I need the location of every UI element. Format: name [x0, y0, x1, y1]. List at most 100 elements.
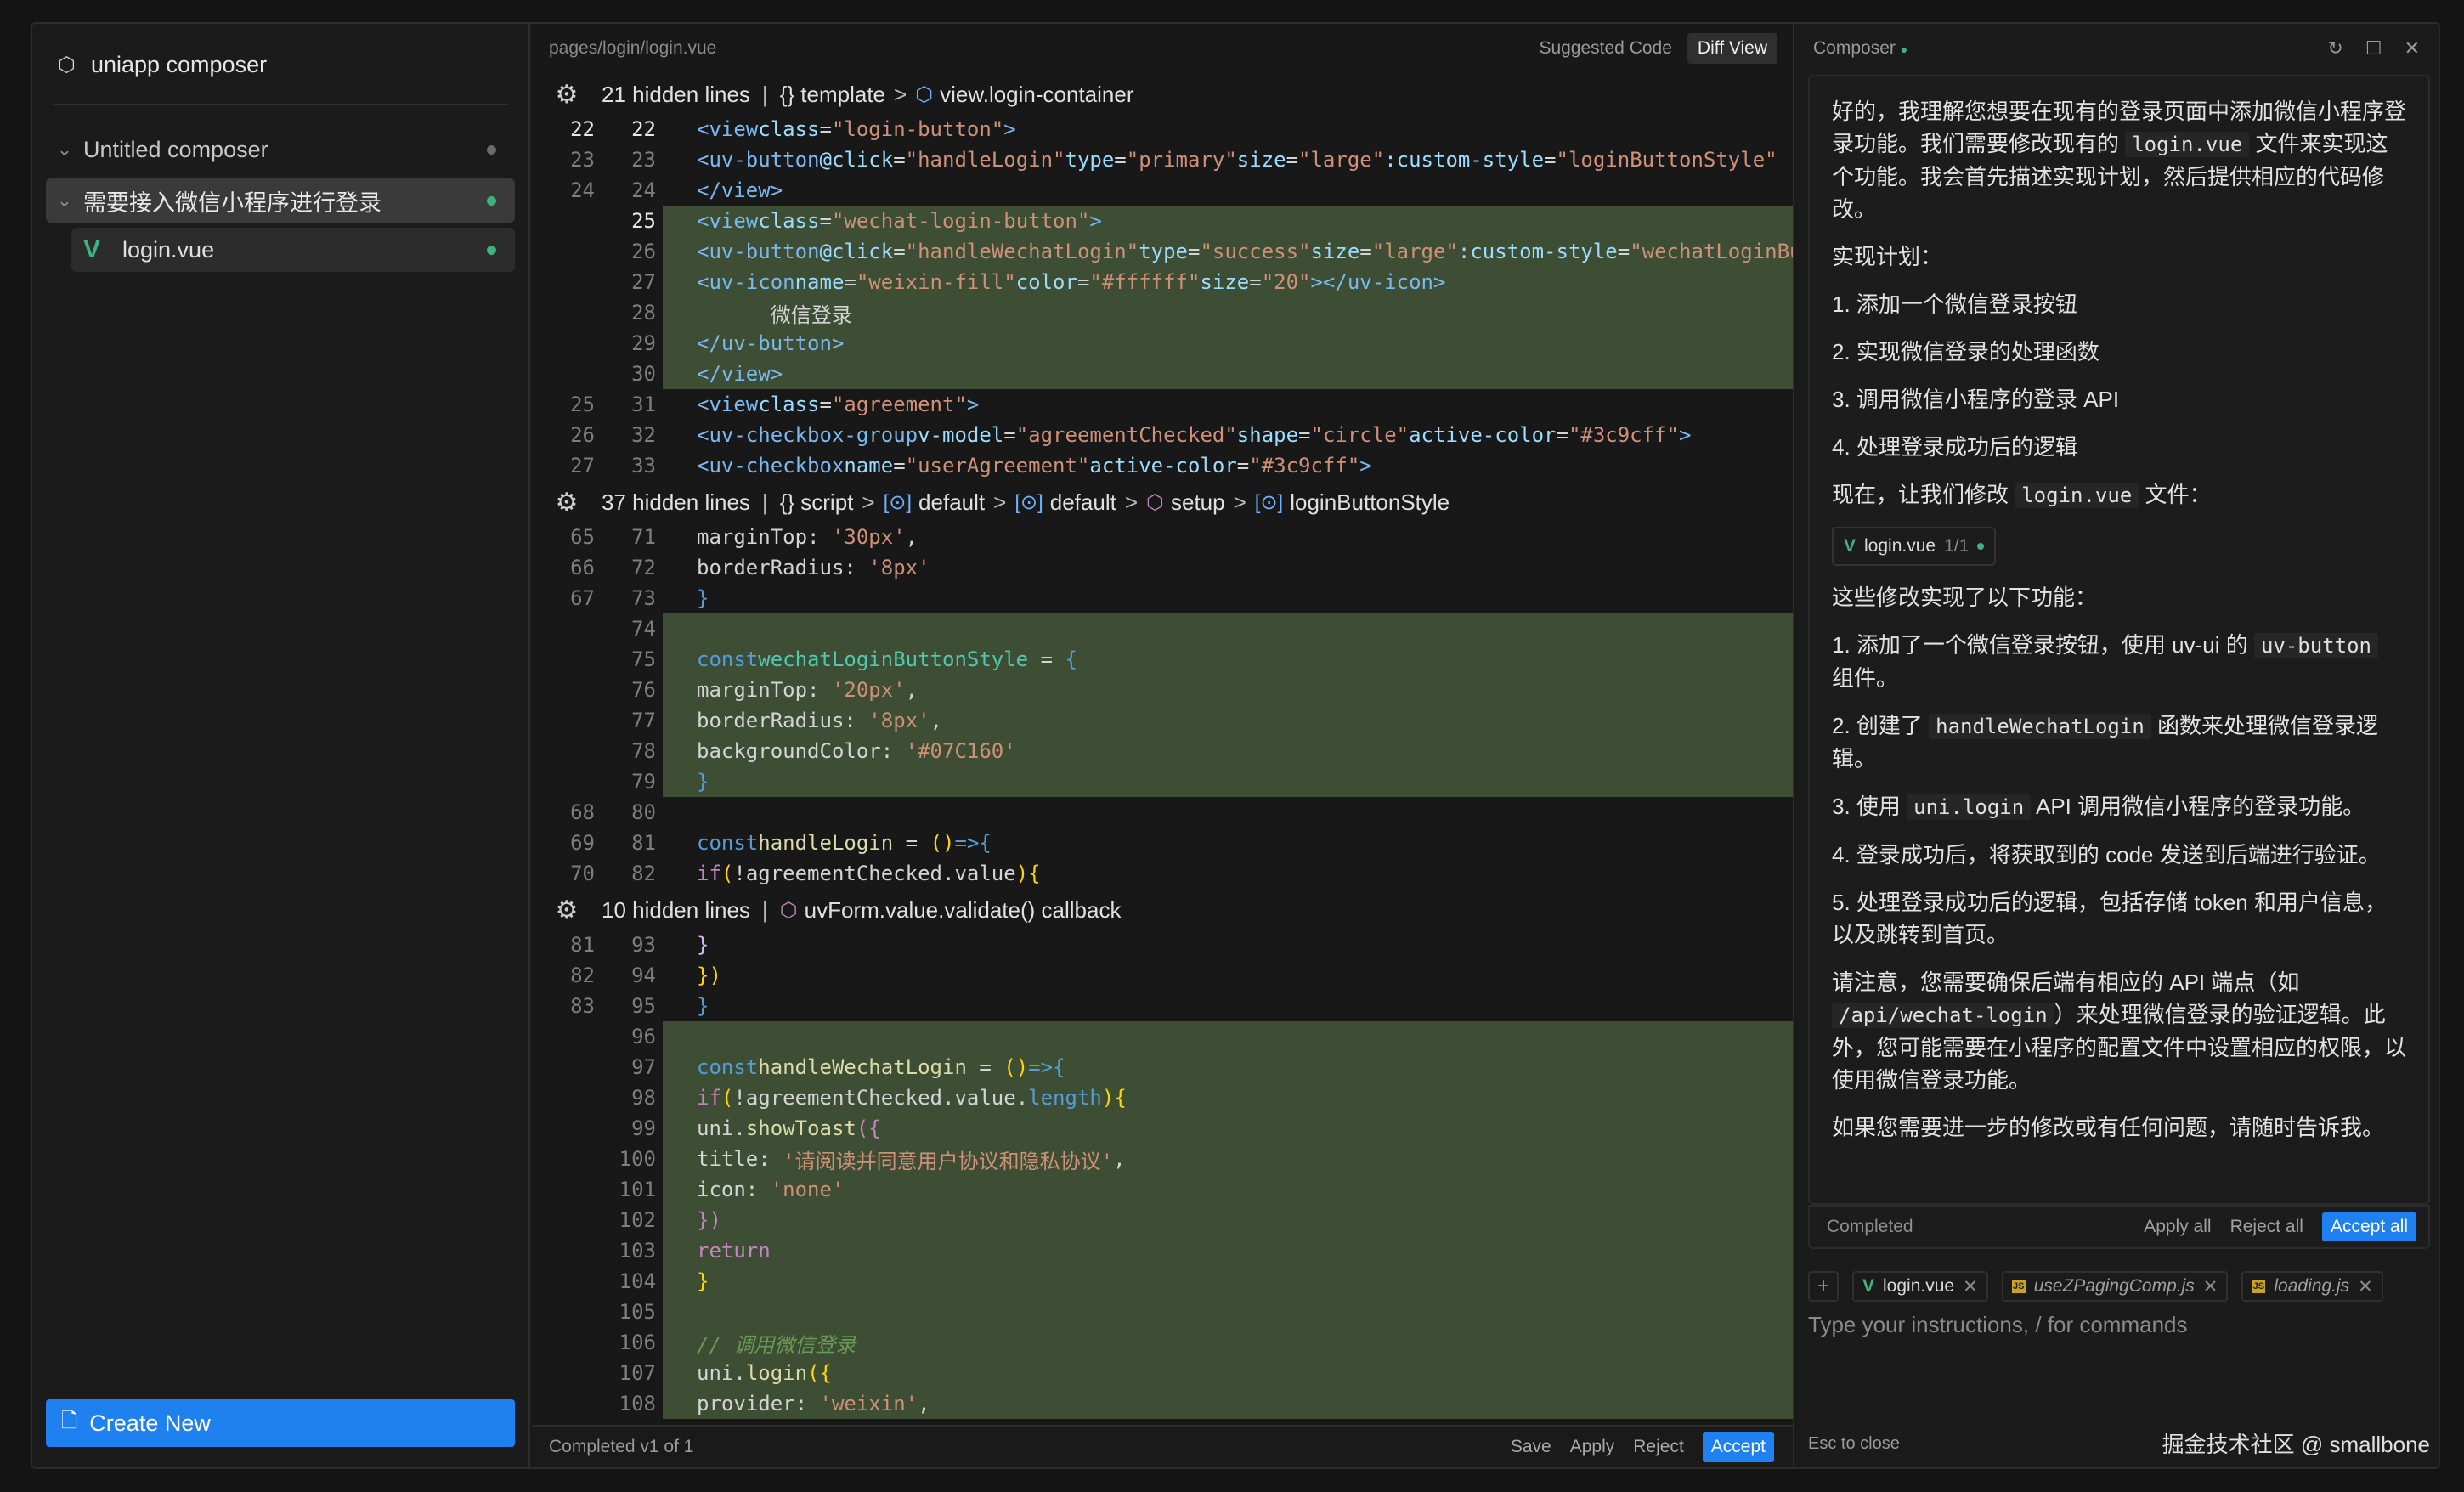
code-line-added[interactable]: 27 <uv-icon name = "weixin-fill" color = "#f…: [532, 267, 1793, 297]
save-button[interactable]: Save: [1511, 1437, 1551, 1457]
accept-all-button[interactable]: Accept all: [2321, 1212, 2416, 1241]
note-paragraph: 请注意，您需要确保后端有相应的 API 端点（如 /api/wechat-log…: [1832, 969, 2407, 1093]
code-line-added[interactable]: 79 }: [532, 766, 1793, 797]
sidebar-item-untitled[interactable]: ⌄ Untitled composer: [46, 127, 515, 172]
instruction-input[interactable]: Type your instructions, / for commands: [1808, 1312, 2188, 1338]
plan-item: 1. 添加一个微信登录按钮: [1832, 291, 2077, 317]
code-line-added[interactable]: 107 uni. login({: [532, 1358, 1793, 1388]
new-file-icon: 🗋: [61, 1409, 78, 1433]
maximize-icon[interactable]: ☐: [2365, 37, 2382, 59]
plan-title: 实现计划：: [1832, 244, 1943, 269]
sidebar-file-login-vue[interactable]: V login.vue: [71, 228, 515, 272]
apply-all-button[interactable]: Apply all: [2144, 1217, 2211, 1237]
hidden-lines-bar[interactable]: ⚙ 21 hidden lines | {} template > ⬡ view…: [532, 75, 1793, 114]
breadcrumb-item[interactable]: {} template: [780, 82, 885, 108]
code-line-added[interactable]: 98 if (! agreementChecked. value. length) {: [532, 1082, 1793, 1113]
closing-paragraph: 如果您需要进一步的修改或有任何问题，请随时告诉我。: [1832, 1115, 2385, 1140]
breadcrumb-item[interactable]: default: [1050, 489, 1116, 516]
remove-icon[interactable]: ✕: [2203, 1276, 2218, 1297]
code-line-added[interactable]: 25 <view class = "wechat-login-button" >: [532, 206, 1793, 236]
vue-icon: V: [83, 235, 101, 263]
breadcrumb-item[interactable]: default: [918, 489, 985, 516]
file-label: login.vue: [122, 236, 215, 263]
code-line-added[interactable]: 100 title: '请阅读并同意用户协议和隐私协议',: [532, 1144, 1793, 1174]
expand-icon[interactable]: ⚙: [532, 488, 602, 517]
expand-icon[interactable]: ⚙: [532, 896, 602, 925]
code-line-added[interactable]: 99 uni. showToast({: [532, 1113, 1793, 1144]
code-line-added[interactable]: 104 }: [532, 1266, 1793, 1297]
feature-item: 3. 使用 uni.login API 调用微信小程序的登录功能。: [1832, 794, 2365, 820]
code-line[interactable]: 82 94 }): [532, 960, 1793, 991]
code-line[interactable]: 66 72 borderRadius: '8px': [532, 552, 1793, 583]
chevron-down-icon: ⌄: [56, 189, 73, 211]
breadcrumb-item[interactable]: view.login-container: [940, 82, 1133, 108]
code-line[interactable]: 68 80: [532, 797, 1793, 828]
vue-icon: V: [1844, 536, 1856, 556]
remove-icon[interactable]: ✕: [2358, 1276, 2373, 1297]
cube-icon: ⬡: [779, 898, 798, 922]
composer-status-bar: Completed Apply all Reject all Accept al…: [1808, 1205, 2430, 1249]
reject-button[interactable]: Reject: [1633, 1437, 1684, 1457]
code-line-added[interactable]: 96: [532, 1021, 1793, 1052]
code-line-added[interactable]: 74: [532, 613, 1793, 644]
code-line-added[interactable]: 106 // 调用微信登录: [532, 1327, 1793, 1358]
code-line-added[interactable]: 97 const handleWechatLogin = () => {: [532, 1052, 1793, 1082]
code-line[interactable]: 22 22 <view class = "login-button" >: [532, 114, 1793, 144]
close-icon[interactable]: ✕: [2405, 37, 2420, 59]
code-line-added[interactable]: 101 icon: 'none': [532, 1174, 1793, 1205]
sidebar-item-wechat-login[interactable]: ⌄ 需要接入微信小程序进行登录: [46, 178, 515, 223]
vue-icon: V: [1862, 1276, 1875, 1296]
variable-icon: [⊙]: [1014, 490, 1043, 514]
breadcrumb-item[interactable]: setup: [1171, 489, 1225, 516]
refresh-icon[interactable]: ↻: [2327, 37, 2342, 59]
code-line[interactable]: 70 82 if (! agreementChecked. value) {: [532, 858, 1793, 889]
remove-icon[interactable]: ✕: [1963, 1276, 1978, 1297]
hidden-lines-bar[interactable]: ⚙ 10 hidden lines | ⬡ uvForm.value.valid…: [532, 890, 1793, 930]
hidden-lines-bar[interactable]: ⚙ 37 hidden lines | {} script > [⊙] defa…: [532, 483, 1793, 522]
code-line[interactable]: 23 23 <uv-button @click = "handleLogin" typ…: [532, 144, 1793, 175]
breadcrumb-item[interactable]: uvForm.value.validate() callback: [805, 897, 1122, 924]
cube-icon: ⬡: [1146, 490, 1164, 514]
code-line-added[interactable]: 75 const wechatLoginButtonStyle = {: [532, 644, 1793, 675]
code-line-added[interactable]: 30 </view>: [532, 359, 1793, 389]
editor-status: Completed v1 of 1: [549, 1437, 694, 1456]
code-line[interactable]: 65 71 marginTop: '30px',: [532, 522, 1793, 552]
code-line[interactable]: 24 24 </view>: [532, 175, 1793, 206]
code-line[interactable]: 27 33 <uv-checkbox name = "userAgreement" a…: [532, 450, 1793, 481]
file-change-chip[interactable]: V login.vue 1/1: [1832, 527, 1997, 566]
code-line-added[interactable]: 105: [532, 1297, 1793, 1327]
diff-view-toggle[interactable]: Diff View: [1687, 33, 1777, 64]
code-line-added[interactable]: 29 </uv-button>: [532, 328, 1793, 359]
code-line[interactable]: 83 95 }: [532, 991, 1793, 1021]
suggested-code-toggle[interactable]: Suggested Code: [1539, 38, 1671, 59]
file-path: pages/login/login.vue: [549, 38, 717, 58]
composer-header: Composer ● ↻ ☐ ✕: [1796, 24, 2439, 73]
code-line[interactable]: 25 31 <view class = "agreement" >: [532, 389, 1793, 420]
code-line-added[interactable]: 28 微信登录: [532, 297, 1793, 328]
code-line-added[interactable]: 108 provider: 'weixin',: [532, 1388, 1793, 1419]
expand-icon[interactable]: ⚙: [532, 80, 602, 110]
context-file-chip[interactable]: V login.vue ✕: [1852, 1271, 1988, 1302]
code-line[interactable]: 69 81 const handleLogin = () => {: [532, 828, 1793, 858]
code-line[interactable]: 67 73 }: [532, 583, 1793, 613]
screen: ⬡ uniapp composer ⌄ Untitled composer ⌄ …: [0, 0, 2464, 1492]
apply-button[interactable]: Apply: [1570, 1437, 1615, 1457]
code-line-added[interactable]: 103 return: [532, 1235, 1793, 1266]
context-file-chip[interactable]: JS loading.js ✕: [2241, 1271, 2383, 1302]
add-context-button[interactable]: +: [1808, 1271, 1839, 1302]
context-file-chip[interactable]: JS useZPagingComp.js ✕: [2001, 1271, 2229, 1302]
status-dot: [487, 195, 496, 206]
composer-panel: Composer ● ↻ ☐ ✕ 好的，我理解您想要在现有的登录页面中添加微信小…: [1796, 24, 2439, 1467]
code-line-added[interactable]: 26 <uv-button @click = "handleWechatLogin"…: [532, 236, 1793, 267]
create-new-button[interactable]: 🗋 Create New: [46, 1399, 515, 1447]
code-line[interactable]: 26 32 <uv-checkbox-group v-model = "agreeme…: [532, 420, 1793, 450]
accept-button[interactable]: Accept: [1702, 1432, 1774, 1462]
reject-all-button[interactable]: Reject all: [2230, 1217, 2303, 1237]
code-line-added[interactable]: 76 marginTop: '20px',: [532, 675, 1793, 705]
code-line-added[interactable]: 77 borderRadius: '8px',: [532, 705, 1793, 736]
breadcrumb-item[interactable]: loginButtonStyle: [1290, 489, 1450, 516]
code-line-added[interactable]: 78 backgroundColor: '#07C160': [532, 736, 1793, 766]
breadcrumb-item[interactable]: {} script: [780, 489, 854, 516]
code-line-added[interactable]: 102 }): [532, 1205, 1793, 1235]
code-line[interactable]: 81 93 }: [532, 930, 1793, 960]
